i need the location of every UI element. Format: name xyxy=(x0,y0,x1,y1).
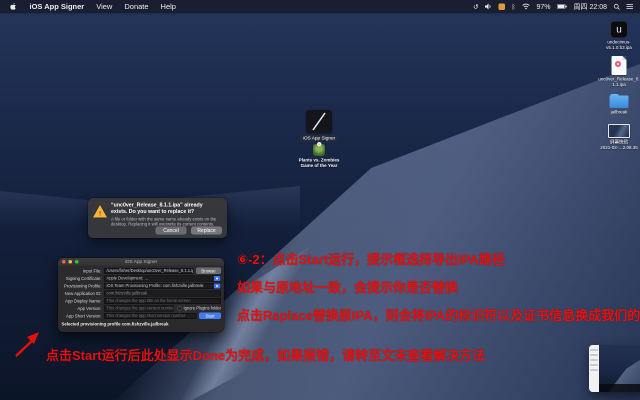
new-application-id-label: New Application ID: xyxy=(64,290,102,296)
apple-menu-icon[interactable] xyxy=(10,2,18,11)
menu-bar-clock[interactable]: 周四 22:08 xyxy=(574,2,607,12)
battery-percent: 97% xyxy=(536,2,551,11)
ignore-plugins-label: Ignore Plugins folder xyxy=(183,306,221,311)
dropdown-arrows-icon xyxy=(214,283,221,289)
annotation-line-3: 点击Replace替换原IPA，则会将IPA的标识符以及证书信息换成我们的 xyxy=(237,308,640,323)
input-file-label: Input File: xyxy=(82,268,102,274)
pvz-app-icon xyxy=(313,142,325,156)
volume-icon[interactable] xyxy=(485,3,492,10)
annotation-line-2: 如果与原地址一致，会提示你是否替换 xyxy=(237,280,459,295)
warning-icon: ! xyxy=(93,205,107,218)
desktop-icon-pvz[interactable]: Plants vs. Zombies Game of the Year xyxy=(291,142,347,180)
preview-desktop xyxy=(599,345,640,392)
flower-icon xyxy=(317,142,322,147)
undecimus-app-icon: u xyxy=(610,21,628,38)
start-button[interactable]: Start xyxy=(199,312,221,319)
notification-center-icon[interactable] xyxy=(626,4,633,10)
time-machine-icon[interactable]: ↺ xyxy=(473,3,478,10)
window-title: iOS App Signer xyxy=(124,259,158,265)
app-display-name-field[interactable]: This changes the app title on the home s… xyxy=(104,297,221,304)
screenshot-preview-thumbnail[interactable] xyxy=(589,345,640,392)
wifi-icon[interactable] xyxy=(522,3,530,10)
folder-icon xyxy=(609,94,629,108)
screenshot-thumbnail-icon xyxy=(608,124,630,138)
replace-file-dialog: ! “unc0ver_Release_8.1.1.ipa” already ex… xyxy=(88,198,227,238)
desktop-icon-ipa-file[interactable]: unc0ver_Release_8. 1.1.ipa xyxy=(597,56,640,94)
desktop-icon-undecimus[interactable]: u undecimus- v5.1.0.b3.ipa xyxy=(597,21,640,57)
ipa-document-icon xyxy=(611,56,627,75)
desktop-icon-label: 2021-02-…2.08.35 xyxy=(600,145,638,150)
desktop-icon-label: v5.1.0.b3.ipa xyxy=(606,45,632,50)
ignore-plugins-checkbox[interactable] xyxy=(177,306,182,311)
dropdown-arrows-icon xyxy=(214,275,221,281)
menu-help[interactable]: Help xyxy=(161,2,176,11)
dialog-title: “unc0ver_Release_8.1.1.ipa” already exis… xyxy=(111,202,203,215)
app-status-badge-icon[interactable] xyxy=(498,3,506,10)
battery-icon[interactable] xyxy=(557,3,567,10)
preview-sidebar xyxy=(589,345,599,392)
signing-certificate-dropdown[interactable]: Apple Development: … xyxy=(104,275,221,282)
provisioning-profile-dropdown[interactable]: iOS Team Provisioning Profile: com.fishz… xyxy=(104,282,221,289)
app-short-version-label: App Short Version: xyxy=(66,313,102,319)
input-file-field[interactable]: /Users/fisher/Desktop/unc0ver_Release_8.… xyxy=(104,267,194,274)
page-fold-icon xyxy=(622,56,627,60)
dialog-body: A file or folder with the same name alre… xyxy=(111,216,217,227)
menu-bar: iOS App Signer View Donate Help ↺ ᛒ 97% xyxy=(0,0,640,13)
app-version-label: App Version: xyxy=(77,305,102,311)
menu-app-name[interactable]: iOS App Signer xyxy=(30,2,85,11)
unc0ver-logo-icon xyxy=(615,61,621,67)
desktop-icon-jailbreak-folder[interactable]: jailbreak xyxy=(597,94,640,124)
ios-app-signer-window: iOS App Signer Input File: /Users/fisher… xyxy=(58,258,224,332)
window-titlebar[interactable]: iOS App Signer xyxy=(58,258,224,266)
signing-certificate-label: Signing Certificate: xyxy=(65,275,102,281)
new-application-id-field[interactable]: com.fishzville.jailbreak xyxy=(104,290,221,297)
spotlight-search-icon[interactable] xyxy=(613,3,621,10)
annotation-line-4: 点击Start运行后此处显示Done为完成，如果报错，请转至文末查看解决方法 xyxy=(46,348,486,363)
cancel-button[interactable]: Cancel xyxy=(155,226,187,235)
desktop-icon-screenshot[interactable]: 屏幕快照 2021-02-…2.08.35 xyxy=(597,124,640,164)
replace-button[interactable]: Replace xyxy=(191,226,222,235)
app-signer-app-icon xyxy=(306,110,332,133)
browse-button[interactable]: Browse xyxy=(196,267,221,274)
status-text: Selected provisioning profile com.fishzv… xyxy=(61,321,169,327)
provisioning-profile-label: Provisioning Profile: xyxy=(63,283,102,289)
menu-donate[interactable]: Donate xyxy=(124,2,148,11)
annotation-arrow-icon xyxy=(8,330,44,358)
desktop-icon-label: 1.1.ipa xyxy=(612,82,626,87)
bluetooth-icon[interactable]: ᛒ xyxy=(512,3,516,10)
desktop: iOS App Signer View Donate Help ↺ ᛒ 97% xyxy=(0,0,640,400)
desktop-icon-label: iOS App Signer xyxy=(299,135,339,142)
menu-view[interactable]: View xyxy=(96,2,112,11)
app-display-name-label: App Display Name: xyxy=(65,298,102,304)
desktop-icon-label: jailbreak xyxy=(610,109,628,115)
app-short-version-field[interactable]: This changes the app short version numbe… xyxy=(104,312,197,319)
annotation-step-title: ⑥-2：点击Start运行，提示框选择导出IPA路径 xyxy=(237,252,505,267)
desktop-icon-label: Game of the Year xyxy=(300,163,338,168)
app-version-field[interactable]: This changes the app version number xyxy=(104,305,174,312)
